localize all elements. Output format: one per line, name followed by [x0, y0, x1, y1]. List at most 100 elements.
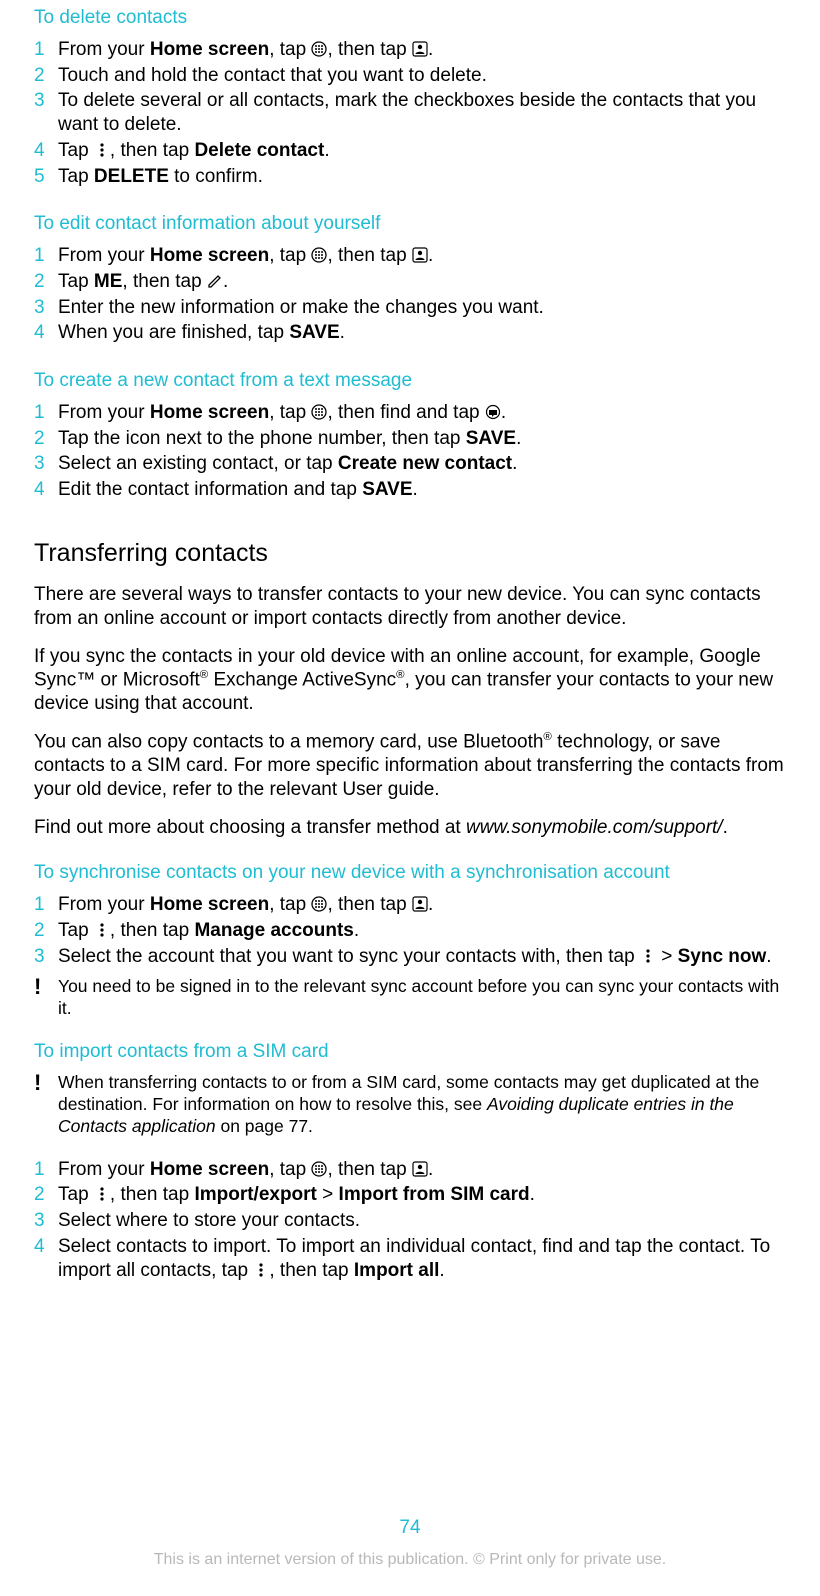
step-text: Select where to store your contacts. — [58, 1209, 786, 1233]
step-number: 2 — [34, 64, 58, 88]
step: 2 Touch and hold the contact that you wa… — [34, 64, 786, 88]
step-number: 3 — [34, 452, 58, 476]
heading-edit-self: To edit contact information about yourse… — [34, 212, 786, 236]
step: 1 From your Home screen, tap , then find… — [34, 401, 786, 425]
apps-icon — [311, 1158, 327, 1182]
steps-delete: 1 From your Home screen, tap , then tap … — [34, 38, 786, 189]
steps-sync: 1 From your Home screen, tap , then tap … — [34, 893, 786, 968]
step-text: Select contacts to import. To import an … — [58, 1235, 786, 1283]
step-number: 2 — [34, 1183, 58, 1207]
steps-from-text: 1 From your Home screen, tap , then find… — [34, 401, 786, 502]
page-number: 74 — [0, 1516, 820, 1540]
steps-edit-self: 1 From your Home screen, tap , then tap … — [34, 244, 786, 345]
step: 2 Tap the icon next to the phone number,… — [34, 427, 786, 451]
step-text: From your Home screen, tap , then tap . — [58, 244, 786, 268]
step-text: From your Home screen, tap , then tap . — [58, 893, 786, 917]
contacts-icon — [412, 38, 428, 62]
contacts-icon — [412, 1158, 428, 1182]
step-text: Tap , then tap Manage accounts. — [58, 919, 786, 943]
step-number: 1 — [34, 244, 58, 268]
step-number: 1 — [34, 893, 58, 917]
apps-icon — [311, 38, 327, 62]
more-icon — [94, 1183, 110, 1207]
step-number: 3 — [34, 296, 58, 320]
step-number: 4 — [34, 478, 58, 502]
step-number: 2 — [34, 427, 58, 451]
step-number: 5 — [34, 165, 58, 189]
step-text: Select the account that you want to sync… — [58, 945, 786, 969]
step: 1 From your Home screen, tap , then tap … — [34, 893, 786, 917]
heading-transferring: Transferring contacts — [34, 538, 786, 569]
contacts-icon — [412, 244, 428, 268]
footer-text: This is an internet version of this publ… — [0, 1550, 820, 1570]
more-icon — [94, 139, 110, 163]
step: 3 Select where to store your contacts. — [34, 1209, 786, 1233]
apps-icon — [311, 244, 327, 268]
step: 4 Edit the contact information and tap S… — [34, 478, 786, 502]
more-icon — [94, 919, 110, 943]
step-text: Edit the contact information and tap SAV… — [58, 478, 786, 502]
step: 3 Select the account that you want to sy… — [34, 945, 786, 969]
step: 3 Select an existing contact, or tap Cre… — [34, 452, 786, 476]
heading-delete-contacts: To delete contacts — [34, 6, 786, 30]
step-number: 2 — [34, 919, 58, 943]
step: 4 Select contacts to import. To import a… — [34, 1235, 786, 1283]
step: 1 From your Home screen, tap , then tap … — [34, 1158, 786, 1182]
more-icon — [253, 1259, 269, 1283]
more-icon — [640, 945, 656, 969]
heading-sync: To synchronise contacts on your new devi… — [34, 861, 786, 885]
apps-icon — [311, 401, 327, 425]
important-icon: ! — [34, 976, 58, 1020]
step-number: 4 — [34, 139, 58, 163]
paragraph: Find out more about choosing a transfer … — [34, 816, 786, 840]
step: 3 Enter the new information or make the … — [34, 296, 786, 320]
step: 2 Tap , then tap Import/export > Import … — [34, 1183, 786, 1207]
note-sim: ! When transferring contacts to or from … — [34, 1072, 786, 1138]
step: 5 Tap DELETE to confirm. — [34, 165, 786, 189]
pencil-icon — [207, 270, 223, 294]
step-text: From your Home screen, tap , then tap . — [58, 38, 786, 62]
step: 2 Tap , then tap Manage accounts. — [34, 919, 786, 943]
step-text: Tap ME, then tap . — [58, 270, 786, 294]
step-text: From your Home screen, tap , then tap . — [58, 1158, 786, 1182]
note-text: You need to be signed in to the relevant… — [58, 976, 786, 1020]
step-number: 3 — [34, 1209, 58, 1233]
step-number: 1 — [34, 1158, 58, 1182]
note-sync: ! You need to be signed in to the releva… — [34, 976, 786, 1020]
steps-sim: 1 From your Home screen, tap , then tap … — [34, 1158, 786, 1283]
step: 3 To delete several or all contacts, mar… — [34, 89, 786, 137]
apps-icon — [311, 893, 327, 917]
step-text: Tap the icon next to the phone number, t… — [58, 427, 786, 451]
paragraph: There are several ways to transfer conta… — [34, 583, 786, 631]
important-icon: ! — [34, 1072, 58, 1138]
step: 4 Tap , then tap Delete contact. — [34, 139, 786, 163]
step-number: 4 — [34, 1235, 58, 1283]
step-text: Select an existing contact, or tap Creat… — [58, 452, 786, 476]
step: 1 From your Home screen, tap , then tap … — [34, 244, 786, 268]
paragraph: You can also copy contacts to a memory c… — [34, 730, 786, 802]
step-text: To delete several or all contacts, mark … — [58, 89, 786, 137]
step-text: Touch and hold the contact that you want… — [58, 64, 786, 88]
step: 4 When you are finished, tap SAVE. — [34, 321, 786, 345]
step-text: Enter the new information or make the ch… — [58, 296, 786, 320]
heading-from-text: To create a new contact from a text mess… — [34, 369, 786, 393]
messaging-icon — [485, 401, 501, 425]
step-number: 3 — [34, 945, 58, 969]
step-number: 1 — [34, 38, 58, 62]
step-text: Tap DELETE to confirm. — [58, 165, 786, 189]
step-number: 4 — [34, 321, 58, 345]
heading-sim: To import contacts from a SIM card — [34, 1040, 786, 1064]
step-number: 1 — [34, 401, 58, 425]
step: 2 Tap ME, then tap . — [34, 270, 786, 294]
step: 1 From your Home screen, tap , then tap … — [34, 38, 786, 62]
contacts-icon — [412, 893, 428, 917]
step-text: Tap , then tap Import/export > Import fr… — [58, 1183, 786, 1207]
step-text: From your Home screen, tap , then find a… — [58, 401, 786, 425]
note-text: When transferring contacts to or from a … — [58, 1072, 786, 1138]
step-text: When you are finished, tap SAVE. — [58, 321, 786, 345]
step-text: Tap , then tap Delete contact. — [58, 139, 786, 163]
support-link[interactable]: www.sonymobile.com/support/ — [466, 817, 723, 838]
step-number: 3 — [34, 89, 58, 137]
paragraph: If you sync the contacts in your old dev… — [34, 645, 786, 717]
step-number: 2 — [34, 270, 58, 294]
